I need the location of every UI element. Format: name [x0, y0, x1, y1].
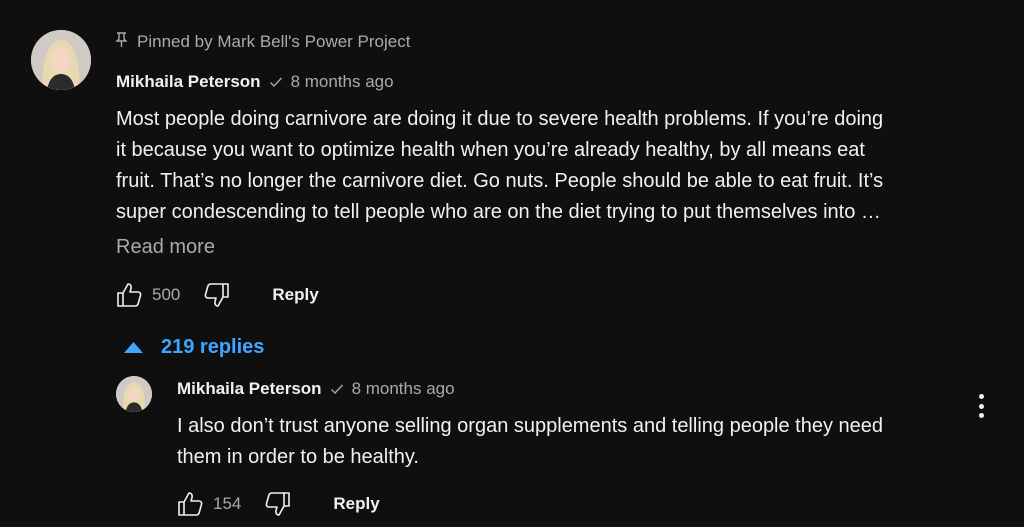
dislike-button[interactable] — [202, 280, 232, 310]
more-actions-menu-icon[interactable] — [970, 390, 992, 422]
comment-actions: 500 Reply — [114, 280, 319, 310]
thumbs-down-icon — [265, 492, 291, 516]
pin-icon — [115, 31, 128, 53]
thumbs-up-icon — [117, 283, 142, 307]
avatar-image — [31, 30, 91, 90]
reply-author[interactable]: Mikhaila Peterson — [177, 379, 322, 399]
pinned-text: Pinned by Mark Bell's Power Project — [137, 32, 411, 51]
reply-text: I also don’t trust anyone selling organ … — [177, 415, 884, 468]
comment-thread: Pinned by Mark Bell's Power Project Mikh… — [0, 0, 1024, 527]
caret-up-icon — [124, 341, 143, 353]
comment-timestamp[interactable]: 8 months ago — [291, 72, 394, 92]
like-count: 500 — [152, 285, 181, 304]
replies-toggle-button[interactable]: 219 replies — [124, 334, 264, 360]
comment-header: Mikhaila Peterson 8 months ago — [116, 72, 394, 92]
reply-button[interactable]: Reply — [333, 494, 379, 514]
reply-timestamp[interactable]: 8 months ago — [352, 379, 455, 399]
reply-header: Mikhaila Peterson 8 months ago — [177, 379, 455, 399]
pinned-label: Pinned by Mark Bell's Power Project — [115, 31, 411, 53]
read-more-button[interactable]: Read more — [116, 236, 215, 259]
verified-check-icon — [330, 382, 344, 396]
comment-author[interactable]: Mikhaila Peterson — [116, 72, 261, 92]
reply-actions: 154 Reply — [175, 489, 380, 519]
reply-avatar[interactable] — [116, 376, 152, 412]
like-button[interactable] — [114, 280, 144, 310]
verified-check-icon — [269, 75, 283, 89]
avatar-image — [116, 376, 152, 412]
thumbs-down-icon — [204, 283, 230, 307]
replies-count: 219 replies — [161, 335, 265, 358]
reply-button[interactable]: Reply — [272, 285, 318, 305]
avatar[interactable] — [31, 30, 91, 90]
like-button[interactable] — [175, 489, 205, 519]
dislike-button[interactable] — [263, 489, 293, 519]
like-count: 154 — [213, 494, 242, 513]
comment-text: Most people doing carnivore are doing it… — [116, 108, 884, 223]
thumbs-up-icon — [178, 492, 203, 516]
